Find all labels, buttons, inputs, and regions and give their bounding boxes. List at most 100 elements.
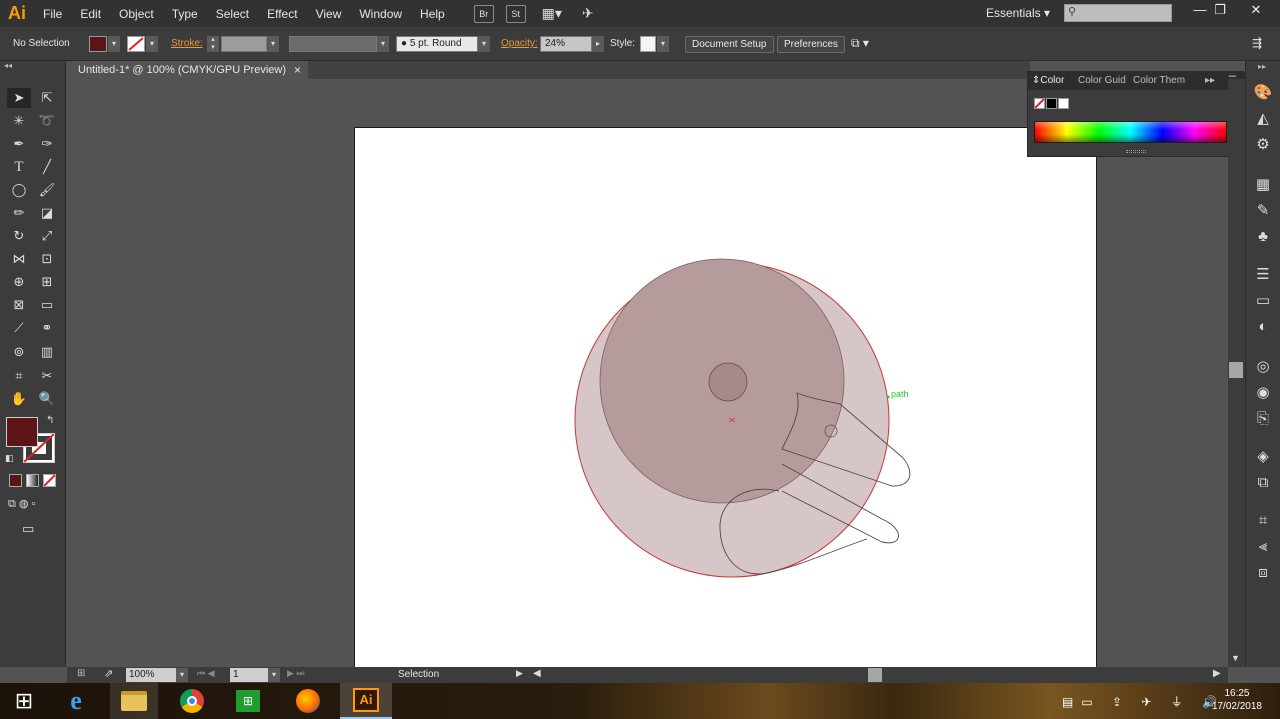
scale-tool-icon[interactable]: ⤢ xyxy=(35,226,59,246)
menu-file[interactable]: File xyxy=(34,7,71,21)
brush-definition[interactable]: ● 5 pt. Round xyxy=(396,36,478,52)
menu-window[interactable]: Window xyxy=(350,7,411,21)
stroke-swatch[interactable] xyxy=(127,36,145,52)
column-graph-tool-icon[interactable]: ▥ xyxy=(35,342,59,362)
draw-mode-icon[interactable]: ⧉ ◍ ▫ xyxy=(8,497,35,511)
black-color-swatch[interactable] xyxy=(1046,98,1057,109)
menu-edit[interactable]: Edit xyxy=(71,7,110,21)
brushes-icon[interactable]: ✎ xyxy=(1253,201,1273,221)
fill-dropdown-arrow[interactable]: ▾ xyxy=(108,36,120,52)
color-mode-icon[interactable] xyxy=(9,474,22,487)
file-explorer-icon[interactable] xyxy=(110,683,158,719)
color-guide-icon[interactable]: ◭ xyxy=(1253,109,1273,129)
none-color-swatch[interactable] xyxy=(1034,98,1045,109)
start-button[interactable]: ⊞ xyxy=(0,683,48,719)
artwork[interactable]: path xyxy=(67,79,1245,667)
close-tab-icon[interactable]: × xyxy=(294,63,301,77)
workspace-switcher[interactable]: Essentials ▾ xyxy=(986,6,1050,20)
eyedropper-tool-icon[interactable]: ⟋ xyxy=(7,318,31,338)
rotate-tool-icon[interactable]: ↻ xyxy=(7,226,31,246)
slice-tool-icon[interactable]: ✂ xyxy=(35,366,59,386)
menu-type[interactable]: Type xyxy=(163,7,207,21)
taskbar-clock[interactable]: 16:25 17/02/2018 xyxy=(1212,687,1262,713)
tab-color-themes[interactable]: Color Them xyxy=(1133,75,1189,86)
preferences-button[interactable]: Preferences xyxy=(777,36,845,53)
stroke-weight-dropdown[interactable]: ▾ xyxy=(267,36,279,52)
artboards-icon[interactable]: ⧉ xyxy=(1253,473,1273,493)
arrange-documents-icon[interactable]: ▦▾ xyxy=(538,5,566,23)
zoom-level-input[interactable]: 100% xyxy=(126,668,176,682)
artboard-tool-icon[interactable]: ⌗ xyxy=(7,366,31,386)
line-segment-tool-icon[interactable]: ╱ xyxy=(35,157,59,177)
maximize-button[interactable]: ❐ xyxy=(1204,2,1236,20)
opacity-label[interactable]: Opacity: xyxy=(501,38,538,49)
color-themes-icon[interactable]: ⚙ xyxy=(1253,135,1273,155)
shape-builder-tool-icon[interactable]: ⊕ xyxy=(7,272,31,292)
system-tray-icons[interactable]: ▤▭ ⇪ ✈ ⏚ 🔊 xyxy=(1062,693,1225,710)
arrange-icon[interactable]: ⧉ ▾ xyxy=(851,36,869,51)
document-tab[interactable]: Untitled-1* @ 100% (CMYK/GPU Preview) × xyxy=(70,61,308,79)
tab-color[interactable]: ⇕Color xyxy=(1032,75,1064,86)
firefox-icon[interactable] xyxy=(284,683,332,719)
graphic-style-swatch[interactable] xyxy=(640,36,656,52)
ellipse-tool-icon[interactable]: ◯ xyxy=(7,180,31,200)
menu-help[interactable]: Help xyxy=(411,7,454,21)
bridge-button[interactable]: Br xyxy=(473,4,494,23)
stroke-dropdown-arrow[interactable]: ▾ xyxy=(146,36,158,52)
zoom-dropdown-arrow[interactable]: ▾ xyxy=(176,668,188,682)
panel-resize-handle[interactable] xyxy=(1126,150,1146,153)
horizontal-scroll-thumb[interactable] xyxy=(868,668,882,682)
pen-tool-icon[interactable]: ✒ xyxy=(7,134,31,154)
symbol-sprayer-tool-icon[interactable]: ⊚ xyxy=(7,342,31,362)
stroke-label[interactable]: Stroke: xyxy=(171,38,203,49)
document-setup-button[interactable]: Document Setup xyxy=(685,36,774,53)
magic-wand-tool-icon[interactable]: ✳ xyxy=(7,111,31,131)
swatches-icon[interactable]: ▦ xyxy=(1253,175,1273,195)
free-transform-tool-icon[interactable]: ⊡ xyxy=(35,249,59,269)
layers-icon[interactable]: ◈ xyxy=(1253,447,1273,467)
search-input[interactable]: ⚲ xyxy=(1064,4,1172,22)
vertical-scroll-thumb[interactable] xyxy=(1229,362,1243,378)
opacity-input[interactable]: 24% xyxy=(540,36,592,52)
status-menu-arrow[interactable]: ▶ xyxy=(516,668,523,679)
appearance-icon[interactable]: ◎ xyxy=(1253,357,1273,377)
default-fill-stroke-icon[interactable]: ◧ xyxy=(5,453,14,464)
menu-effect[interactable]: Effect xyxy=(258,7,306,21)
stroke-panel-icon[interactable]: ☰ xyxy=(1253,265,1273,285)
dock-collapse-icon[interactable]: ▸▸ xyxy=(1258,62,1266,71)
toolbar-collapse-icon[interactable]: ◂◂ xyxy=(4,61,12,70)
fill-color-box[interactable] xyxy=(6,417,38,447)
stroke-weight-stepper[interactable]: ▴ ▾ xyxy=(207,36,219,52)
style-dropdown-arrow[interactable]: ▾ xyxy=(657,36,669,52)
lasso-tool-icon[interactable]: ➰ xyxy=(35,111,59,131)
transform-icon[interactable]: ⌗ xyxy=(1253,511,1273,531)
screen-mode-icon[interactable]: ▭ xyxy=(22,521,34,537)
pencil-tool-icon[interactable]: ✏ xyxy=(7,203,31,223)
variable-width-profile[interactable] xyxy=(289,36,377,52)
paintbrush-tool-icon[interactable]: 🖌 xyxy=(35,180,59,200)
artboard-nav-next-icons[interactable]: ▶ ⏭ xyxy=(287,668,305,679)
swap-fill-stroke-icon[interactable]: ↰ xyxy=(46,415,54,426)
eye-circle-shape[interactable] xyxy=(708,362,748,402)
symbols-icon[interactable]: ♣ xyxy=(1253,227,1273,247)
type-tool-icon[interactable]: T xyxy=(7,157,31,177)
canvas-area[interactable]: path xyxy=(67,79,1245,667)
menu-object[interactable]: Object xyxy=(110,7,163,21)
scroll-right-arrow-icon[interactable]: ▶ xyxy=(1213,668,1221,679)
gradient-panel-icon[interactable]: ▭ xyxy=(1253,291,1273,311)
gpu-performance-icon[interactable]: ✈ xyxy=(578,5,598,23)
artboard-number-input[interactable]: 1 xyxy=(230,668,268,682)
perspective-grid-tool-icon[interactable]: ⊞ xyxy=(35,272,59,292)
tab-color-guide[interactable]: Color Guide xyxy=(1078,75,1126,86)
fill-swatch[interactable] xyxy=(89,36,107,52)
color-spectrum-bar[interactable] xyxy=(1034,121,1227,143)
scroll-left-arrow-icon[interactable]: ◀ xyxy=(533,668,541,679)
none-mode-icon[interactable] xyxy=(43,474,56,487)
panel-menu-icon[interactable]: ⇶ xyxy=(1252,36,1262,50)
artboard-nav-prev-icons[interactable]: ⏮ ◀ xyxy=(197,668,215,679)
store-icon[interactable]: ⊞ xyxy=(224,683,272,719)
stroke-weight-input[interactable] xyxy=(221,36,267,52)
illustration-group[interactable] xyxy=(574,258,911,578)
align-icon[interactable]: ⫷ xyxy=(1253,537,1273,557)
curvature-tool-icon[interactable]: ✑ xyxy=(35,134,59,154)
